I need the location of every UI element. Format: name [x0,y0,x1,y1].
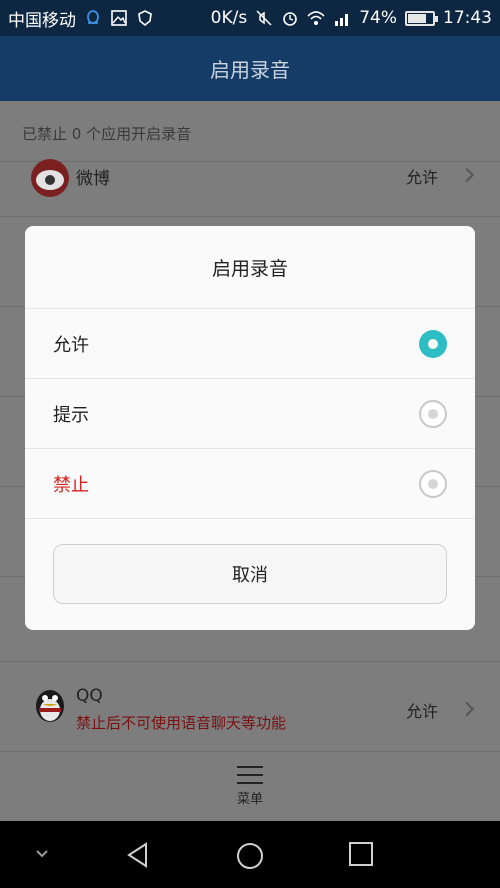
list-item[interactable]: QQ 禁止后不可使用语音聊天等功能 允许 [0,661,500,751]
qq-app-icon [36,690,64,722]
option-deny[interactable]: 禁止 [25,449,475,519]
qq-notification-icon [87,10,99,24]
shield-notification-icon [138,10,152,27]
radio-unselected-icon[interactable] [419,470,447,498]
permission-status: 允许 [405,168,438,187]
recording-permission-dialog: 启用录音 允许 提示 禁止 取消 [25,226,475,630]
option-label: 提示 [53,404,89,426]
signal-icon [335,14,349,26]
mute-icon [256,10,272,26]
carrier-label: 中国移动 [8,10,76,31]
status-bar: 中国移动 0K/s 74% 17:43 [0,0,500,36]
dialog-title: 启用录音 [25,226,475,309]
option-prompt[interactable]: 提示 [25,379,475,449]
wifi-icon [307,11,325,25]
home-icon[interactable] [235,841,265,871]
image-notification-icon [111,10,127,26]
chevron-right-icon [459,167,475,183]
battery-percent: 74% [359,8,397,28]
chevron-down-icon[interactable] [32,847,52,861]
app-name: 微博 [76,169,110,189]
menu-icon [237,766,263,784]
page-title: 启用录音 [210,58,290,82]
radio-unselected-icon[interactable] [419,400,447,428]
option-allow[interactable]: 允许 [25,309,475,379]
chevron-right-icon [459,701,475,717]
blocked-count-subtitle: 已禁止 0 个应用开启录音 [22,125,192,143]
clock: 17:43 [443,8,492,28]
recent-apps-icon[interactable] [348,841,374,867]
network-speed: 0K/s [210,8,248,28]
alarm-icon [283,12,298,26]
permission-status: 允许 [405,702,438,721]
app-name: QQ [76,686,103,706]
option-label: 禁止 [53,474,89,496]
battery-icon [405,10,438,26]
back-icon[interactable] [124,841,152,869]
app-bar: 启用录音 [0,36,500,101]
system-nav-bar [0,821,500,888]
warning-text: 禁止后不可使用语音聊天等功能 [76,714,287,732]
cancel-button[interactable]: 取消 [53,544,447,604]
menu-label: 菜单 [236,792,263,807]
menu-button[interactable]: 菜单 [0,751,500,821]
radio-selected-icon[interactable] [419,330,447,358]
list-item[interactable]: 微博 允许 [0,159,500,218]
option-label: 允许 [53,334,89,356]
weibo-app-icon [31,159,69,197]
